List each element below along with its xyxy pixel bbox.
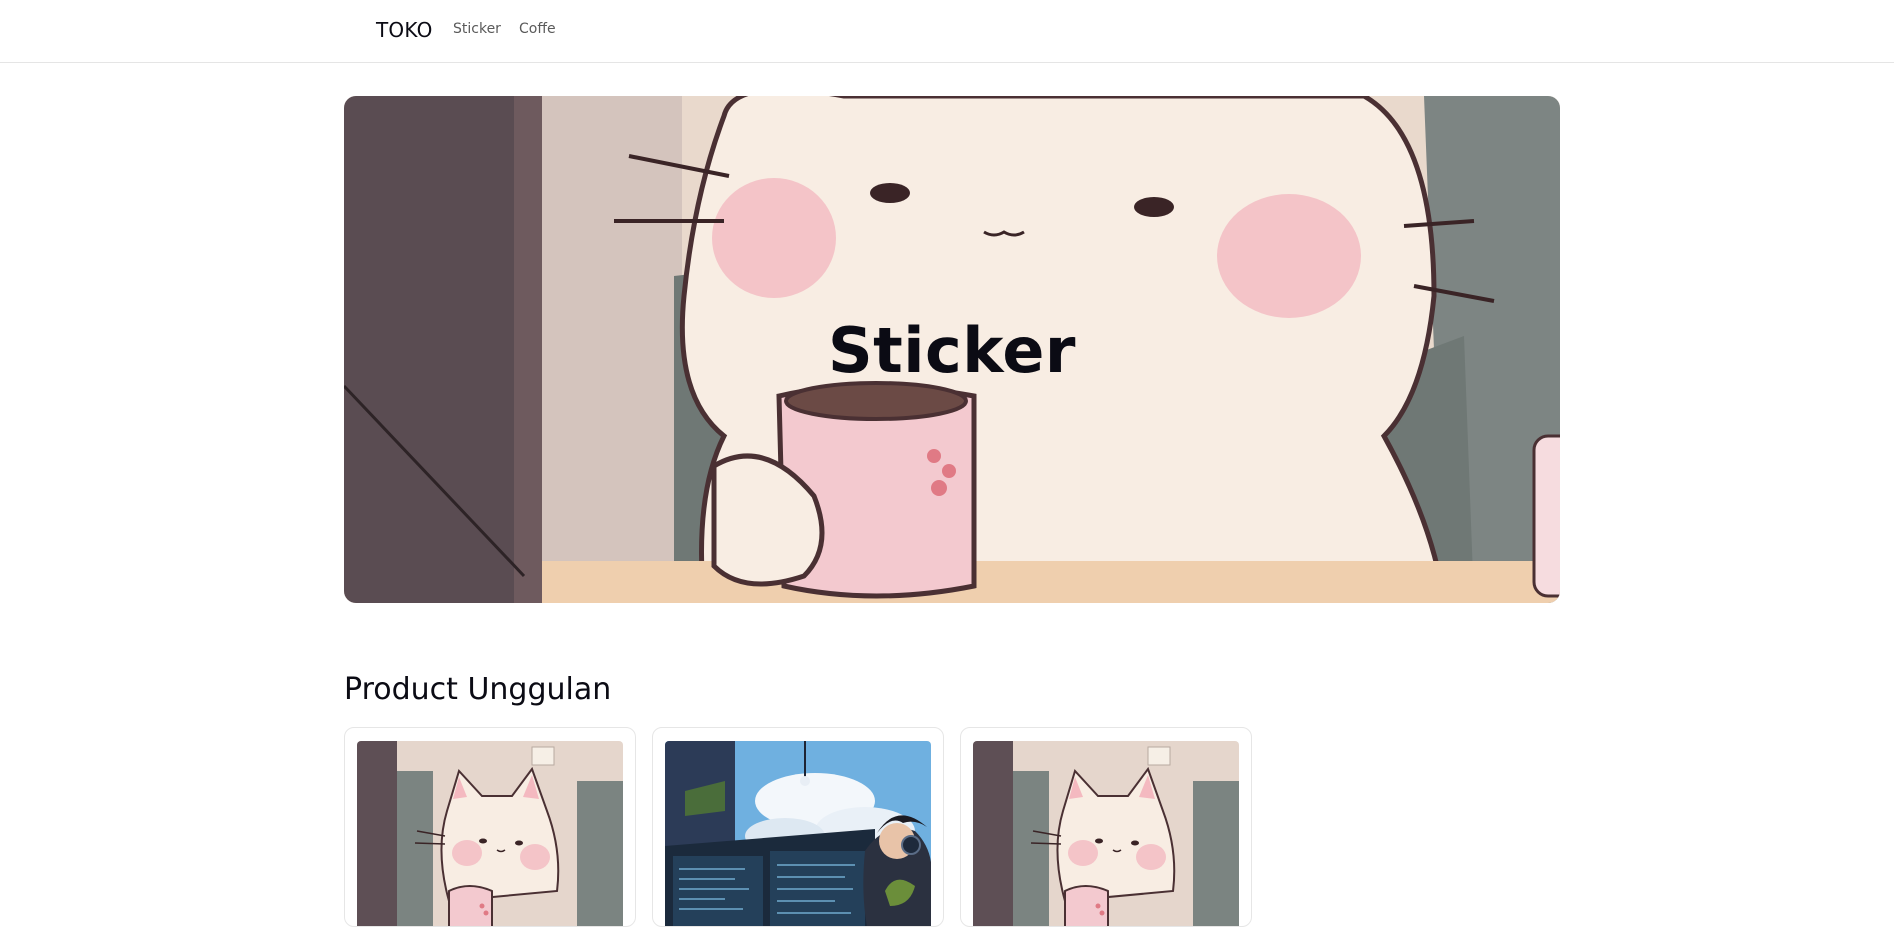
product-image xyxy=(357,741,623,926)
navbar: TOKO Sticker Coffe xyxy=(0,0,1894,63)
hero-title: Sticker xyxy=(828,314,1076,387)
product-image xyxy=(973,741,1239,926)
product-card[interactable] xyxy=(960,727,1252,927)
product-card[interactable] xyxy=(652,727,944,927)
nav-link-coffe[interactable]: Coffe xyxy=(519,21,556,37)
nav-link-sticker[interactable]: Sticker xyxy=(453,21,501,37)
brand-logo[interactable]: TOKO xyxy=(376,18,433,42)
featured-section-title: Product Unggulan xyxy=(344,672,612,707)
hero-banner: Sticker xyxy=(344,96,1560,603)
product-image xyxy=(665,741,931,926)
product-card[interactable] xyxy=(344,727,636,927)
